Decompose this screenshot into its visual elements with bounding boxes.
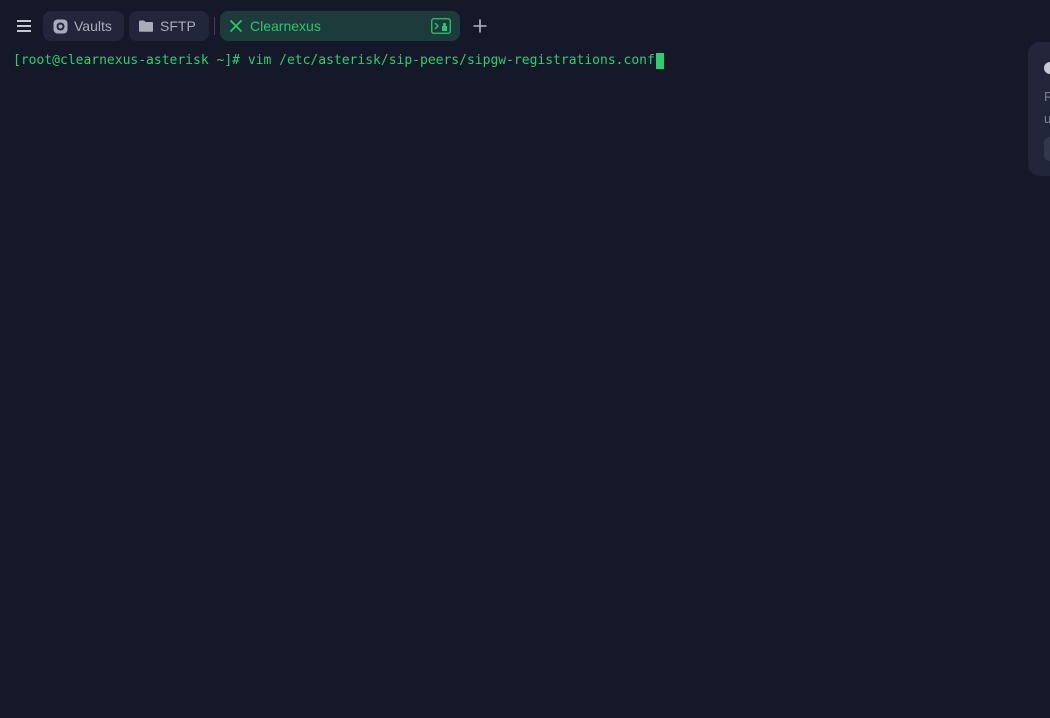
tab-sftp[interactable]: SFTP: [129, 11, 209, 41]
tab-clearnexus-label: Clearnexus: [250, 18, 321, 34]
tab-divider: [214, 17, 215, 35]
folder-icon: [138, 18, 154, 34]
vault-icon: [52, 18, 68, 34]
notification-action-button[interactable]: [1044, 137, 1050, 161]
new-tab-button[interactable]: [470, 16, 490, 36]
plus-icon: [473, 19, 487, 33]
terminal-prompt: [root@clearnexus-asterisk ~]#: [13, 53, 248, 68]
terminal-command-line: [root@clearnexus-asterisk ~]# vim /etc/a…: [13, 52, 664, 70]
tab-vaults[interactable]: Vaults: [43, 11, 124, 41]
terminal-app-window: Vaults SFTP Clearnexus [root@clearnexus-…: [0, 0, 1050, 718]
terminal-output[interactable]: [root@clearnexus-asterisk ~]# vim /etc/a…: [0, 52, 1050, 718]
hamburger-menu-button[interactable]: [12, 15, 36, 37]
terminal-command: vim /etc/asterisk/sip-peers/sipgw-regist…: [247, 53, 655, 68]
tab-bar: Vaults SFTP Clearnexus: [0, 0, 1050, 52]
tab-clearnexus[interactable]: Clearnexus: [220, 11, 460, 41]
notification-status-icon: [1044, 62, 1050, 74]
notification-text-line1: R: [1044, 89, 1050, 104]
tab-sftp-label: SFTP: [160, 18, 196, 34]
notification-text: R u: [1044, 86, 1050, 130]
terminal-icon: [431, 18, 451, 34]
tab-vaults-label: Vaults: [74, 18, 112, 34]
notification-text-line2: u: [1044, 111, 1050, 126]
hamburger-menu-icon: [17, 20, 31, 32]
terminal-cursor: [655, 53, 664, 69]
notification-popup: R u: [1028, 42, 1050, 176]
close-tab-icon[interactable]: [228, 18, 244, 34]
